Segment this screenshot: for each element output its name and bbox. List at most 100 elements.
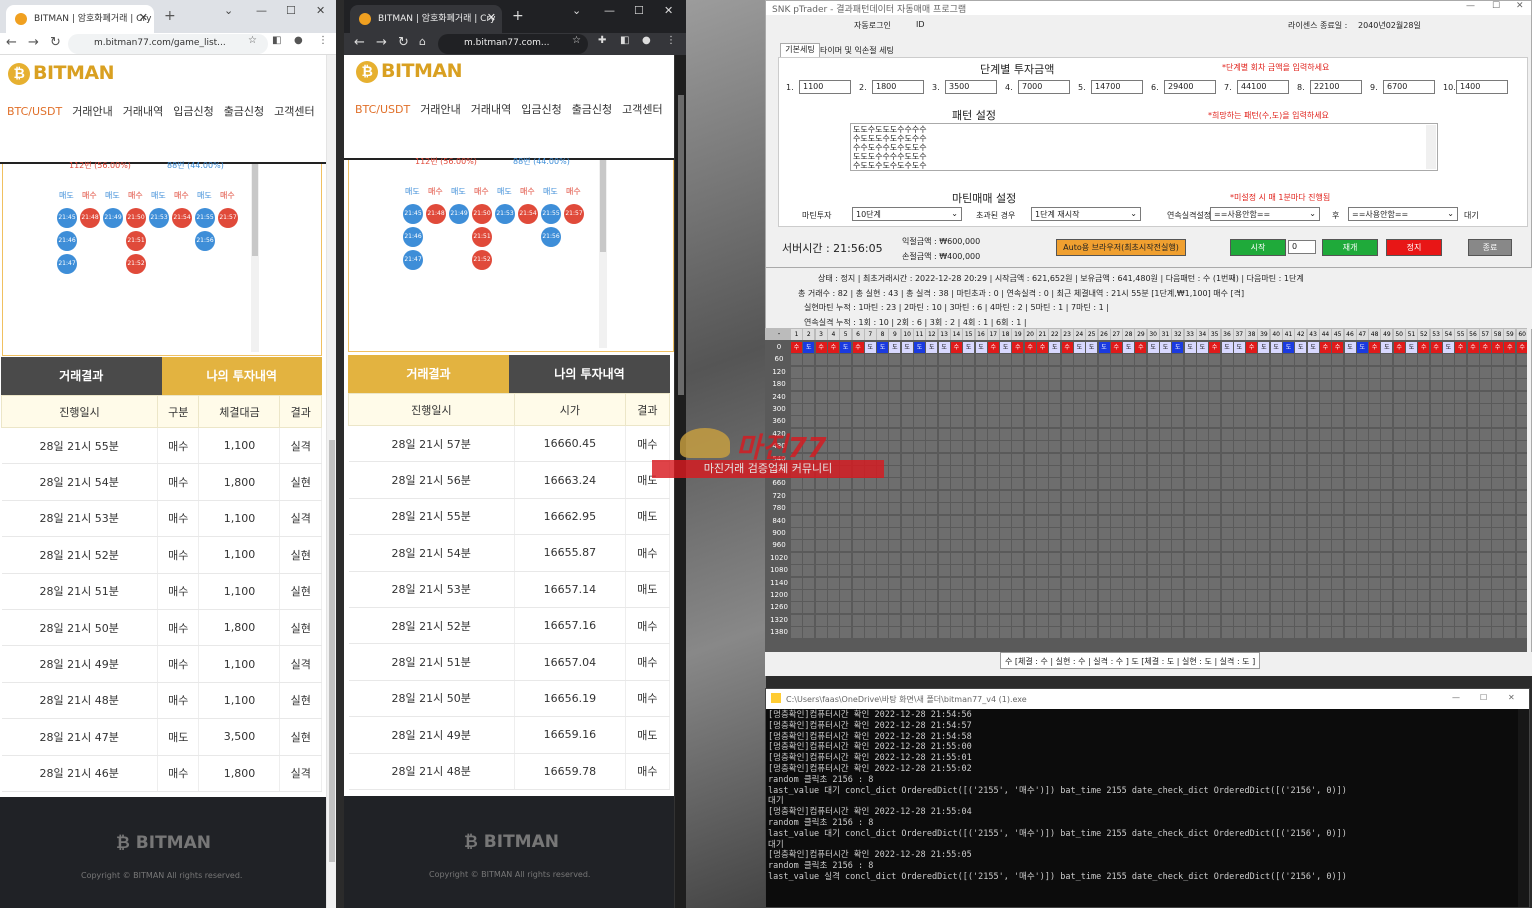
close-window-icon[interactable]: ✕ (1516, 1, 1524, 11)
board-scrollbar-thumb[interactable] (600, 160, 606, 252)
menu-item[interactable]: 입금신청 (173, 105, 213, 118)
home-icon[interactable]: ⌂ (419, 35, 426, 48)
menu-item[interactable]: BTC/USDT (355, 103, 410, 116)
maximize-icon[interactable]: ☐ (1492, 1, 1500, 11)
tab-timer-settings[interactable]: 타이머 및 익손절 세팅 (820, 45, 894, 56)
menu-item[interactable]: 거래내역 (123, 105, 163, 118)
grid-cell (914, 466, 925, 477)
page-scrollbar-thumb[interactable] (329, 440, 335, 862)
grid-cell (1061, 441, 1073, 453)
tab-trade-result[interactable]: 거래결과 (348, 355, 509, 393)
tab-my-investments[interactable]: 나의 투자내역 (161, 357, 322, 395)
close-window-icon[interactable]: ✕ (1508, 693, 1515, 702)
console-scrollbar[interactable] (1518, 709, 1529, 907)
step-amount-input[interactable]: 14700 (1091, 80, 1143, 94)
step-amount-input[interactable]: 7000 (1018, 80, 1070, 94)
grid-cell (827, 404, 839, 415)
new-tab-icon[interactable]: + (164, 8, 176, 24)
step-amount-input[interactable]: 3500 (945, 80, 997, 94)
page-scrollbar-thumb[interactable] (678, 95, 684, 395)
exceed-select[interactable]: 1단계 재시작 ⌄ (1031, 207, 1141, 221)
menu-item[interactable]: 거래내역 (471, 103, 511, 116)
minimize-icon[interactable]: — (1452, 693, 1460, 702)
step-amount-input[interactable]: 22100 (1310, 80, 1362, 94)
step-amount-input[interactable]: 1400 (1456, 80, 1508, 94)
step-amount-input[interactable]: 29400 (1164, 80, 1216, 94)
page-scrollbar[interactable] (326, 55, 336, 908)
close-tab-icon[interactable]: ✕ (487, 11, 496, 24)
grid-cell (1442, 404, 1454, 415)
menu-item[interactable]: 거래안내 (72, 105, 112, 118)
close-tab-icon[interactable]: ✕ (139, 11, 148, 24)
close-window-icon[interactable]: ✕ (316, 4, 325, 17)
menu-item[interactable]: 출금신청 (572, 103, 612, 116)
url-field[interactable]: m.bitman77.com... (438, 34, 588, 54)
step-amount-input[interactable]: 44100 (1237, 80, 1289, 94)
martin-invest-select[interactable]: 10단계 ⌄ (852, 207, 962, 221)
browser-tab[interactable]: BITMAN | 암호화폐거래 | Cry ✕ (350, 5, 502, 33)
tab-basic-settings[interactable]: 기본세팅 (780, 43, 820, 57)
star-icon[interactable]: ☆ (248, 35, 257, 46)
step-amount-input[interactable]: 1800 (872, 80, 924, 94)
tab-my-investments[interactable]: 나의 투자내역 (509, 355, 670, 393)
url-field[interactable]: m.bitman77.com/game_list... (68, 34, 268, 54)
new-tab-icon[interactable]: + (512, 8, 524, 24)
reload-icon[interactable]: ↻ (398, 35, 409, 50)
menu-item[interactable]: 고객센터 (622, 103, 662, 116)
browser-tab[interactable]: BITMAN | 암호화폐거래 | Cry ✕ (6, 5, 154, 33)
grid-cell (1086, 441, 1098, 453)
grid-cell (1184, 391, 1196, 403)
table-cell: 16662.95 (514, 498, 626, 536)
maximize-icon[interactable]: ☐ (286, 4, 296, 17)
start-button[interactable]: 시작 (1230, 239, 1286, 256)
pattern-scrollbar[interactable] (1426, 125, 1436, 169)
menu-item[interactable]: 고객센터 (274, 105, 314, 118)
site-logo[interactable]: ₿ BITMAN (356, 60, 463, 83)
back-icon[interactable]: ← (354, 35, 365, 50)
close-window-icon[interactable]: ✕ (664, 4, 673, 17)
sidepanel-icon[interactable]: ◧ (620, 35, 629, 46)
auto-browser-button[interactable]: Auto용 브라우저(최초시작전실행) (1056, 239, 1186, 256)
chevron-down-icon[interactable]: ⌄ (224, 4, 233, 17)
grid-cell (1295, 354, 1307, 366)
chevron-down-icon[interactable]: ⌄ (572, 4, 581, 17)
more-icon[interactable]: ⋮ (666, 35, 676, 46)
minimize-icon[interactable]: — (256, 4, 267, 17)
minimize-icon[interactable]: — (1466, 1, 1475, 11)
step-amount-input[interactable]: 6700 (1383, 80, 1435, 94)
stop-button[interactable]: 정지 (1386, 239, 1442, 256)
star-icon[interactable]: ☆ (572, 35, 581, 46)
forward-icon[interactable]: → (28, 35, 39, 50)
consec-select[interactable]: ==사용안함== ⌄ (1210, 207, 1320, 221)
reload-icon[interactable]: ↻ (50, 35, 61, 50)
extensions-icon[interactable]: ✚ (598, 35, 606, 46)
maximize-icon[interactable]: ☐ (1480, 693, 1487, 702)
pattern-textarea[interactable]: 도도수도도도수수수수 수도도도수도수도수수 수수도수수도수도도수 도도도수수수수도도수… (850, 123, 1438, 171)
more-icon[interactable]: ⋮ (318, 35, 328, 46)
board-scrollbar[interactable] (251, 164, 259, 352)
tab-trade-result[interactable]: 거래결과 (1, 357, 162, 395)
start-input[interactable]: 0 (1288, 240, 1316, 254)
site-logo[interactable]: ₿ BITMAN (8, 62, 115, 85)
sidepanel-icon[interactable]: ◧ (272, 35, 281, 46)
menu-item[interactable]: BTC/USDT (7, 105, 62, 118)
page-scrollbar[interactable] (674, 55, 686, 908)
after-select[interactable]: ==사용안함== ⌄ (1348, 207, 1458, 221)
exit-button[interactable]: 종료 (1468, 239, 1512, 256)
maximize-icon[interactable]: ☐ (634, 4, 644, 17)
board-scrollbar-thumb[interactable] (252, 164, 258, 256)
grid-cell (1073, 552, 1085, 564)
step-amount-input[interactable]: 1100 (799, 80, 851, 94)
back-icon[interactable]: ← (6, 35, 17, 50)
board-scrollbar[interactable] (599, 160, 607, 348)
profile-icon[interactable]: ● (294, 35, 303, 46)
grid-column-header: 5 (840, 329, 852, 340)
grid-column-header: 42 (1295, 329, 1307, 340)
menu-item[interactable]: 입금신청 (521, 103, 561, 116)
profile-icon[interactable]: ● (642, 35, 651, 46)
menu-item[interactable]: 출금신청 (224, 105, 264, 118)
forward-icon[interactable]: → (376, 35, 387, 50)
menu-item[interactable]: 거래안내 (420, 103, 460, 116)
minimize-icon[interactable]: — (604, 4, 615, 17)
resume-button[interactable]: 재개 (1322, 239, 1378, 256)
